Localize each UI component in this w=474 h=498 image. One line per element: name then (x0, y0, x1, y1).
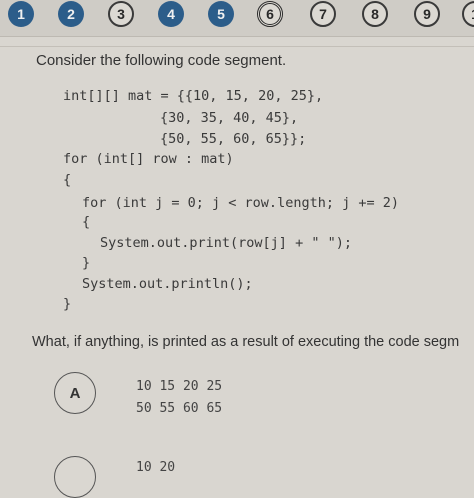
choice-a-button[interactable]: A (54, 372, 96, 414)
code-line: System.out.println(); (82, 276, 253, 292)
code-line: { (82, 214, 91, 230)
code-line: System.out.print(row[j] + " "); (100, 235, 352, 251)
choice-b-button[interactable] (54, 456, 96, 498)
code-line: int[][] mat = {{10, 15, 20, 25}, (63, 88, 324, 104)
code-line: { (63, 172, 72, 188)
code-line: } (63, 296, 72, 312)
code-line: for (int j = 0; j < row.length; j += 2) (82, 195, 399, 211)
code-block: int[][] mat = {{10, 15, 20, 25}, {30, 35… (0, 0, 474, 320)
choice-a-line: 10 15 20 25 (136, 379, 223, 394)
code-line: } (82, 255, 91, 271)
choice-a-line: 50 55 60 65 (136, 401, 223, 416)
code-line: {50, 55, 60, 65}}; (160, 131, 307, 147)
choice-b-line: 10 20 (136, 460, 176, 475)
code-line: for (int[] row : mat) (63, 151, 234, 167)
question-text: What, if anything, is printed as a resul… (32, 334, 460, 350)
code-line: {30, 35, 40, 45}, (160, 110, 299, 126)
